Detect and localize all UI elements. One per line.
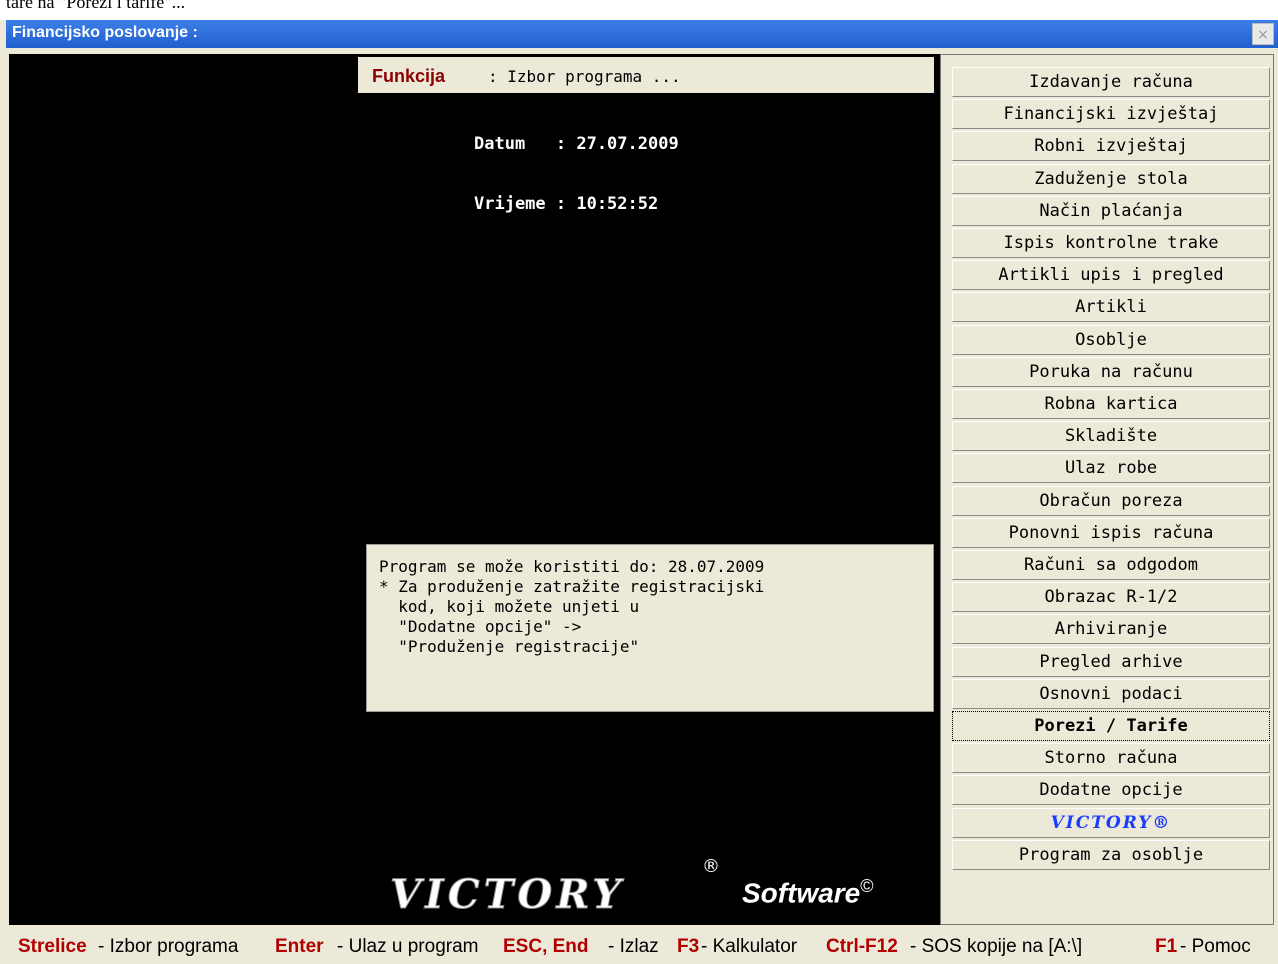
function-label: Funkcija — [372, 66, 446, 86]
menu-item[interactable]: Obračun poreza — [952, 485, 1270, 516]
menu-item[interactable]: Dodatne opcije — [952, 775, 1270, 806]
menu-item[interactable]: Računi sa odgodom — [952, 550, 1270, 580]
key-f1-desc: - Pomoc — [1180, 936, 1251, 957]
time-line: Vrijeme : 10:52:52 — [474, 194, 659, 214]
software-label: Software© — [742, 876, 874, 909]
key-f1: F1 — [1155, 936, 1178, 957]
menu-item[interactable]: Artikli upis i pregled — [952, 260, 1270, 291]
key-arrows: Strelice — [18, 936, 87, 957]
menu-item[interactable]: VICTORY® — [952, 807, 1270, 838]
key-enter: Enter — [275, 936, 324, 957]
key-esc-desc: - Izlaz — [608, 936, 659, 957]
menu-item[interactable]: Program za osoblje — [952, 839, 1270, 870]
menu-item[interactable]: Osoblje — [952, 324, 1270, 355]
key-f3: F3 — [677, 936, 700, 957]
notice-line-3: kod, koji možete unjeti u — [379, 597, 640, 616]
license-notice: Program se može koristiti do: 28.07.2009… — [366, 544, 934, 712]
top-strip-text: tare na "Porezi i tarife"... — [6, 0, 186, 12]
menu-item[interactable]: Robna kartica — [952, 389, 1270, 419]
top-strip: tare na "Porezi i tarife"... — [0, 0, 1278, 20]
menu-item[interactable]: Artikli — [952, 292, 1270, 323]
key-ctrl-f12-desc: - SOS kopije na [A:\] — [910, 936, 1083, 957]
notice-line-5: "Produženje registracije" — [379, 637, 640, 656]
notice-line-4: "Dodatne opcije" -> — [379, 617, 582, 636]
software-text: Software — [742, 877, 861, 909]
status-bar: Strelice - Izbor programa Enter - Ulaz u… — [0, 930, 1278, 964]
menu-item[interactable]: Poruka na računu — [952, 356, 1270, 387]
datetime-display: Datum : 27.07.2009 Vrijeme : 10:52:52 — [474, 94, 679, 234]
menu-item[interactable]: Porezi / Tarife — [952, 711, 1270, 741]
title-bar: Financijsko poslovanje : × — [6, 20, 1278, 48]
key-enter-desc: - Ulaz u program — [337, 936, 479, 957]
notice-line-1: Program se može koristiti do: 28.07.2009 — [379, 557, 765, 576]
key-f3-desc: - Kalkulator — [701, 936, 798, 957]
menu-item[interactable]: Ponovni ispis računa — [952, 517, 1270, 548]
program-menu: Izdavanje računa Financijski izvještaj Rob… — [940, 54, 1274, 925]
victory-logo: VICTORY — [390, 871, 625, 919]
menu-item[interactable]: Obrazac R-1/2 — [952, 582, 1270, 613]
menu-item[interactable]: Arhiviranje — [952, 614, 1270, 645]
key-arrows-desc: - Izbor programa — [98, 936, 239, 957]
close-button[interactable]: × — [1252, 23, 1274, 45]
registered-mark: ® — [702, 856, 720, 877]
menu-item[interactable]: Izdavanje računa — [952, 67, 1270, 97]
menu-item[interactable]: Storno računa — [952, 743, 1270, 774]
date-line: Datum : 27.07.2009 — [474, 134, 679, 154]
key-esc: ESC, End — [503, 936, 589, 957]
menu-item[interactable]: Ulaz robe — [952, 453, 1270, 484]
function-bar: Funkcija : Izbor programa ... — [358, 57, 934, 93]
menu-item[interactable]: Način plaćanja — [952, 195, 1270, 226]
menu-item[interactable]: Robni izvještaj — [952, 131, 1270, 162]
function-value: : Izbor programa ... — [488, 67, 681, 86]
notice-line-2: * Za produženje zatražite registracijski — [379, 577, 765, 596]
copyright-mark: © — [860, 876, 874, 896]
menu-item[interactable]: Osnovni podaci — [952, 678, 1270, 709]
menu-item[interactable]: Financijski izvještaj — [952, 99, 1270, 130]
victory-logo-text: VICTORY — [390, 871, 625, 918]
menu-item[interactable]: Zaduženje stola — [952, 163, 1270, 194]
menu-item[interactable]: Skladište — [952, 421, 1270, 452]
key-ctrl-f12: Ctrl-F12 — [826, 936, 898, 957]
menu-item[interactable]: Pregled arhive — [952, 646, 1270, 677]
window-title: Financijsko poslovanje : — [12, 24, 198, 41]
menu-item[interactable]: Ispis kontrolne trake — [952, 228, 1270, 258]
